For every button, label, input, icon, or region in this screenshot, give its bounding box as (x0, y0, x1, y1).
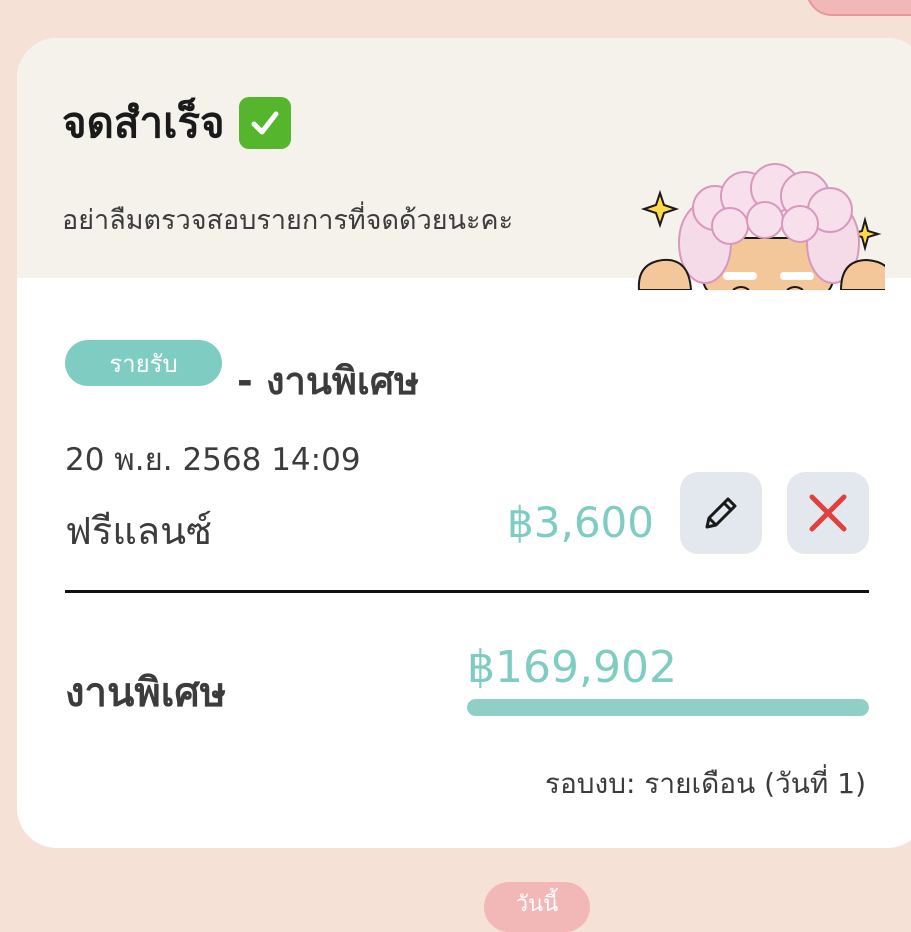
budget-cycle: รอบงบ: รายเดือน (วันที่ 1) (544, 767, 866, 800)
dialog-title-text: จดสำเร็จ (62, 98, 225, 147)
edit-button[interactable] (680, 472, 762, 554)
peeking-grandma-mascot (637, 163, 885, 290)
delete-button[interactable] (787, 472, 869, 554)
today-date-pill: วันนี้ (484, 882, 590, 932)
entry-amount: ฿3,600 (507, 498, 654, 547)
income-type-tag: รายรับ (65, 340, 222, 386)
entry-name: ฟรีแลนซ์ (65, 509, 212, 553)
budget-amount: ฿169,902 (467, 642, 677, 693)
card-header: จดสำเร็จ อย่าลืมตรวจสอบรายการที่จดด้วยนะ… (17, 38, 911, 290)
budget-progress-fill (467, 699, 869, 716)
dialog-subtitle: อย่าลืมตรวจสอบรายการที่จดด้วยนะคะ (62, 205, 514, 236)
check-mark-button-icon (238, 97, 291, 149)
budget-progress-bar (467, 699, 869, 716)
budget-name: งานพิเศษ (65, 670, 227, 716)
dialog-title: จดสำเร็จ (62, 90, 291, 156)
entry-datetime: 20 พ.ย. 2568 14:09 (65, 442, 361, 478)
close-icon (809, 494, 847, 532)
top-date-pill (806, 0, 911, 16)
divider (65, 590, 869, 593)
entry-category: - งานพิเศษ (237, 359, 420, 403)
pencil-icon (705, 497, 737, 529)
success-card: จดสำเร็จ อย่าลืมตรวจสอบรายการที่จดด้วยนะ… (17, 38, 911, 848)
